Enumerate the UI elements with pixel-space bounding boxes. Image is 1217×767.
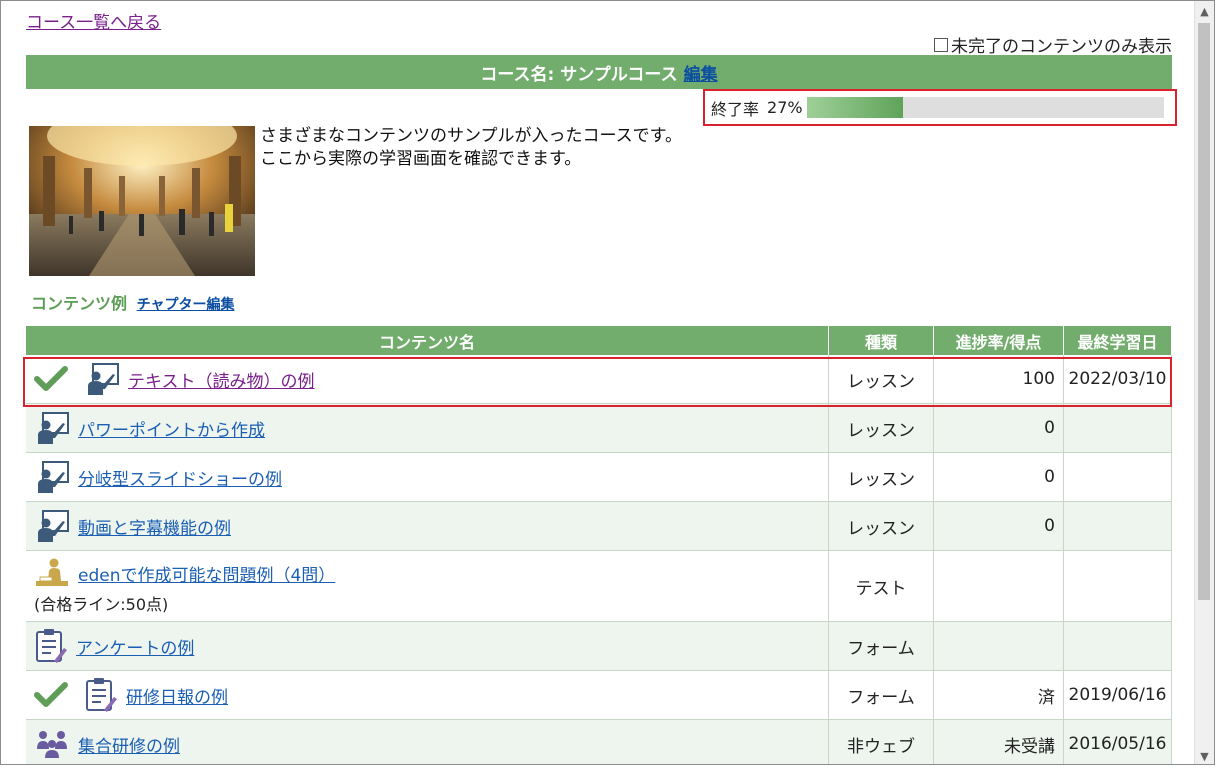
content-name-cell: 集合研修の例 <box>26 719 829 764</box>
content-name-cell: 分岐型スライドショーの例 <box>26 452 829 502</box>
content-type-cell: テスト <box>828 550 934 622</box>
content-name-cell: パワーポイントから作成 <box>26 403 829 453</box>
browser-frame: コース一覧へ戻る 未完了のコンテンツのみ表示 コース名: サンプルコース 編集 … <box>0 0 1215 765</box>
content-name-cell: テキスト（読み物）の例 <box>26 355 829 404</box>
vertical-scrollbar[interactable]: ▲ ▼ <box>1194 1 1214 764</box>
incomplete-filter-label: 未完了のコンテンツのみ表示 <box>951 37 1172 57</box>
content-name-cell: アンケートの例 <box>26 621 829 671</box>
completion-progress-fill <box>806 97 903 118</box>
chapter-edit-link[interactable]: チャプター編集 <box>137 297 235 313</box>
course-description: さまざまなコンテンツのサンプルが入ったコースです。 ここから実際の学習画面を確認… <box>260 125 682 171</box>
content-progress-value: 100 <box>1022 369 1055 389</box>
content-type-cell: レッスン <box>828 403 934 453</box>
content-link[interactable]: 研修日報の例 <box>126 683 228 708</box>
content-progress-cell: 未受講 <box>933 719 1064 764</box>
completed-check-icon <box>34 682 84 708</box>
content-name-cell: 動画と字幕機能の例 <box>26 501 829 551</box>
content-date-cell <box>1063 621 1172 671</box>
scroll-up-icon[interactable]: ▲ <box>1195 1 1214 21</box>
header-content-name: コンテンツ名 <box>26 326 829 355</box>
header-type: 種類 <box>828 326 934 355</box>
lecture-icon <box>34 509 70 543</box>
station-hall-image <box>29 126 255 276</box>
content-progress-cell: 0 <box>933 403 1064 453</box>
content-progress-value: 0 <box>1044 418 1055 438</box>
clipboard-icon <box>34 628 68 664</box>
table-header-row: コンテンツ名 種類 進捗率/得点 最終学習日 <box>26 326 1172 355</box>
content-progress-value <box>1055 636 1063 656</box>
completion-percent: 27% <box>767 98 803 117</box>
content-progress-value: 0 <box>1044 467 1055 487</box>
table-row: 集合研修の例 非ウェブ 未受講 2016/05/16 <box>26 719 1172 764</box>
content-type-cell: フォーム <box>828 670 934 720</box>
content-link[interactable]: 分岐型スライドショーの例 <box>78 465 282 490</box>
table-row: パワーポイントから作成 レッスン 0 <box>26 403 1172 453</box>
content-type-cell: レッスン <box>828 452 934 502</box>
table-row: edenで作成可能な問題例（4問） (合格ライン:50点) テスト <box>26 550 1172 622</box>
content-progress-value: 0 <box>1044 516 1055 536</box>
incomplete-filter[interactable]: 未完了のコンテンツのみ表示 <box>934 32 1172 57</box>
content-date-cell <box>1063 403 1172 453</box>
content-progress-cell <box>933 550 1064 622</box>
table-row: テキスト（読み物）の例 レッスン 100 2022/03/10 <box>26 355 1172 404</box>
table-row: 研修日報の例 フォーム 済 2019/06/16 <box>26 670 1172 720</box>
back-to-courses-link[interactable]: コース一覧へ戻る <box>26 8 161 33</box>
scroll-down-icon[interactable]: ▼ <box>1195 746 1214 764</box>
scrollbar-thumb[interactable] <box>1198 23 1210 600</box>
content-progress-cell: 済 <box>933 670 1064 720</box>
header-last-date: 最終学習日 <box>1063 326 1172 355</box>
content-progress-value: 未受講 <box>1004 736 1055 757</box>
completion-rate: 終了率 27% <box>703 89 1177 126</box>
table-row: 分岐型スライドショーの例 レッスン 0 <box>26 452 1172 502</box>
content-date-cell <box>1063 550 1172 622</box>
pass-line-text: (合格ライン:50点) <box>34 595 169 614</box>
content-date-cell: 2019/06/16 <box>1063 670 1172 720</box>
content-link[interactable]: テキスト（読み物）の例 <box>128 367 315 392</box>
content-progress-cell <box>933 621 1064 671</box>
content-link[interactable]: 動画と字幕機能の例 <box>78 514 231 539</box>
group-icon <box>34 729 70 759</box>
course-thumbnail <box>29 126 255 276</box>
content-link[interactable]: アンケートの例 <box>76 634 194 659</box>
content-progress-cell: 0 <box>933 501 1064 551</box>
chapter-title: コンテンツ例 <box>31 294 128 313</box>
course-edit-link[interactable]: 編集 <box>684 60 718 85</box>
chapter-heading: コンテンツ例 チャプター編集 <box>31 290 234 314</box>
page-content: コース一覧へ戻る 未完了のコンテンツのみ表示 コース名: サンプルコース 編集 … <box>1 1 1197 764</box>
course-title: コース名: サンプルコース <box>480 64 678 85</box>
lecture-icon <box>34 411 70 445</box>
completion-label: 終了率 <box>711 99 760 119</box>
course-description-line2: ここから実際の学習画面を確認できます。 <box>260 149 582 169</box>
clipboard-icon <box>84 677 118 713</box>
completion-progress-bar <box>806 97 1164 118</box>
table-row: 動画と字幕機能の例 レッスン 0 <box>26 501 1172 551</box>
completed-check-icon <box>34 366 84 392</box>
content-name-cell: edenで作成可能な問題例（4問） (合格ライン:50点) <box>26 550 829 622</box>
content-progress-value <box>1055 576 1063 596</box>
lecture-icon <box>84 362 120 396</box>
contents-table: コンテンツ名 種類 進捗率/得点 最終学習日 テキスト（読み物）の例 レッスン 10… <box>26 326 1172 764</box>
content-date-cell: 2016/05/16 <box>1063 719 1172 764</box>
content-name-cell: 研修日報の例 <box>26 670 829 720</box>
content-link[interactable]: パワーポイントから作成 <box>78 416 265 441</box>
content-date-cell: 2022/03/10 <box>1063 355 1172 404</box>
test-icon <box>34 557 70 589</box>
content-link[interactable]: 集合研修の例 <box>78 732 180 757</box>
content-progress-cell: 100 <box>933 355 1064 404</box>
content-date-cell <box>1063 452 1172 502</box>
header-progress: 進捗率/得点 <box>933 326 1064 355</box>
content-type-cell: フォーム <box>828 621 934 671</box>
content-date-cell <box>1063 501 1172 551</box>
lecture-icon <box>34 460 70 494</box>
table-row: アンケートの例 フォーム <box>26 621 1172 671</box>
course-description-line1: さまざまなコンテンツのサンプルが入ったコースです。 <box>260 126 682 146</box>
content-progress-cell: 0 <box>933 452 1064 502</box>
content-type-cell: レッスン <box>828 355 934 404</box>
content-progress-value: 済 <box>1038 687 1055 708</box>
course-title-bar: コース名: サンプルコース 編集 <box>26 55 1172 89</box>
incomplete-filter-checkbox[interactable] <box>934 37 948 52</box>
content-link[interactable]: edenで作成可能な問題例（4問） <box>78 561 335 586</box>
content-type-cell: 非ウェブ <box>828 719 934 764</box>
content-type-cell: レッスン <box>828 501 934 551</box>
